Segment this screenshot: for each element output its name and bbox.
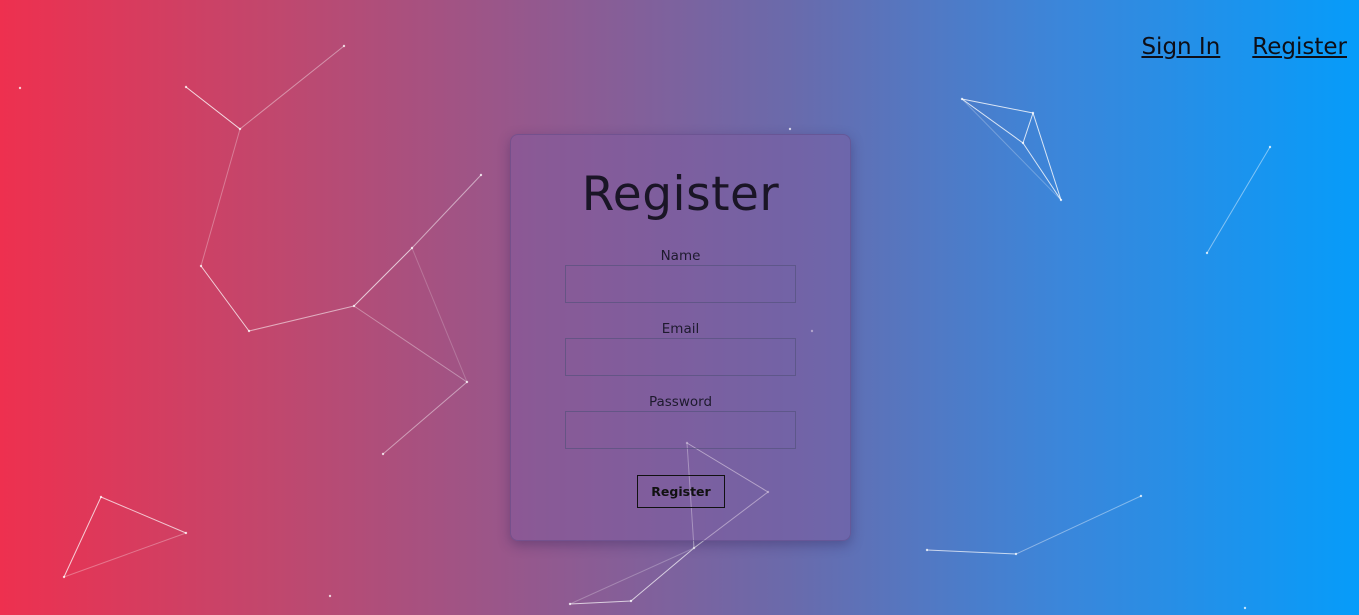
register-form-card: Register Name Email Password Register — [510, 134, 851, 541]
name-label: Name — [660, 248, 701, 264]
password-input[interactable] — [565, 411, 796, 449]
register-submit-button[interactable]: Register — [637, 475, 725, 508]
email-label: Email — [661, 321, 700, 337]
password-label: Password — [648, 394, 713, 410]
name-input[interactable] — [565, 265, 796, 303]
email-input[interactable] — [565, 338, 796, 376]
top-nav: Sign In Register — [1141, 34, 1347, 60]
register-link[interactable]: Register — [1252, 34, 1347, 60]
form-title: Register — [581, 167, 780, 222]
sign-in-link[interactable]: Sign In — [1141, 34, 1220, 60]
